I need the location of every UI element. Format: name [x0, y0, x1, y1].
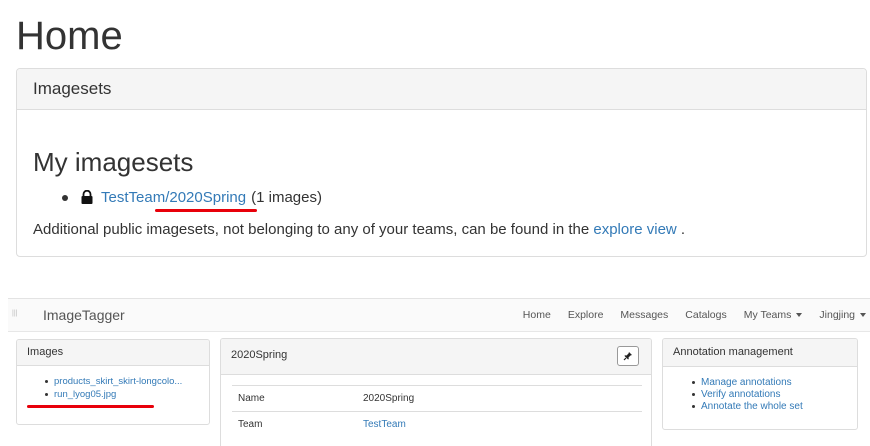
image-link[interactable]: products_skirt_skirt-longcolo... [54, 376, 182, 387]
list-item: Verify annotations [692, 389, 857, 400]
imageset-list-item: TestTeam/2020Spring (1 images) [62, 189, 322, 206]
imagesets-panel: Imagesets My imagesets TestTeam/2020Spri… [16, 68, 867, 257]
verify-annotations-link[interactable]: Verify annotations [701, 389, 781, 400]
imageset-detail-header: 2020Spring [221, 339, 651, 375]
nav-my-teams[interactable]: My Teams [744, 309, 803, 321]
imageset-count: (1 images) [251, 189, 322, 206]
lock-icon [81, 189, 93, 204]
explore-view-link[interactable]: explore view [593, 221, 676, 238]
bullet-icon [692, 381, 695, 384]
annotate-whole-set-link[interactable]: Annotate the whole set [701, 401, 803, 412]
row-label: Name [232, 385, 363, 412]
period: . [680, 221, 686, 238]
highlight-underline-imageset [155, 209, 257, 212]
my-imagesets-title: My imagesets [33, 147, 194, 177]
imageset-info-table: Name 2020Spring Team TestTeam [232, 385, 642, 438]
nav-user-menu[interactable]: Jingjing [819, 309, 866, 321]
navbar: ||| ImageTagger Home Explore Messages Ca… [8, 298, 870, 332]
image-link[interactable]: run_lyog05.jpg [54, 389, 116, 400]
nav-home[interactable]: Home [523, 309, 551, 321]
annotation-management-panel: Annotation management Manage annotations… [662, 338, 858, 430]
pin-button[interactable] [617, 346, 639, 366]
images-list: products_skirt_skirt-longcolo... run_lyo… [17, 366, 209, 400]
annotation-management-header: Annotation management [663, 339, 857, 367]
nav-toggle-icon[interactable]: ||| [12, 310, 17, 317]
bullet-icon [692, 393, 695, 396]
list-item: Annotate the whole set [692, 401, 857, 412]
image-list-item: run_lyog05.jpg [45, 389, 209, 400]
bullet-icon [45, 393, 48, 396]
additional-info: Additional public imagesets, not belongi… [33, 221, 685, 238]
annotation-management-list: Manage annotations Verify annotations An… [663, 367, 857, 412]
nav-catalogs[interactable]: Catalogs [685, 309, 726, 321]
nav-user-label: Jingjing [819, 309, 855, 321]
bullet-icon [45, 380, 48, 383]
highlight-underline-image [27, 405, 154, 408]
imagesets-panel-header: Imagesets [17, 69, 866, 110]
images-panel-header: Images [17, 340, 209, 366]
my-imagesets-list: TestTeam/2020Spring (1 images) [62, 189, 322, 206]
team-link[interactable]: TestTeam [363, 419, 406, 430]
nav-menu: Home Explore Messages Catalogs My Teams … [506, 309, 866, 321]
imageset-link-team[interactable]: TestTeam [101, 189, 165, 206]
images-panel: Images products_skirt_skirt-longcolo... … [16, 339, 210, 425]
imageset-detail-panel: 2020Spring Name 2020Spring Team TestTeam [220, 338, 652, 446]
brand-logo[interactable]: ImageTagger [43, 307, 125, 323]
manage-annotations-link[interactable]: Manage annotations [701, 377, 792, 388]
caret-down-icon [796, 313, 803, 318]
image-list-item: products_skirt_skirt-longcolo... [45, 376, 209, 387]
row-value-team: TestTeam [363, 411, 642, 438]
caret-down-icon [860, 313, 866, 318]
table-row: Name 2020Spring [232, 385, 642, 412]
nav-my-teams-label: My Teams [743, 309, 792, 321]
bullet-icon [692, 405, 695, 408]
imageset-detail-title: 2020Spring [231, 349, 288, 361]
row-value: 2020Spring [363, 385, 642, 412]
table-row: Team TestTeam [232, 411, 642, 438]
additional-text: Additional public imagesets, not belongi… [33, 221, 590, 238]
imageset-link-name[interactable]: 2020Spring [169, 189, 246, 206]
row-label: Team [232, 411, 363, 438]
nav-messages[interactable]: Messages [620, 309, 668, 321]
pin-icon [623, 352, 632, 361]
bullet-icon [62, 194, 68, 201]
list-item: Manage annotations [692, 377, 857, 388]
page-title: Home [16, 14, 123, 58]
nav-explore[interactable]: Explore [568, 309, 604, 321]
